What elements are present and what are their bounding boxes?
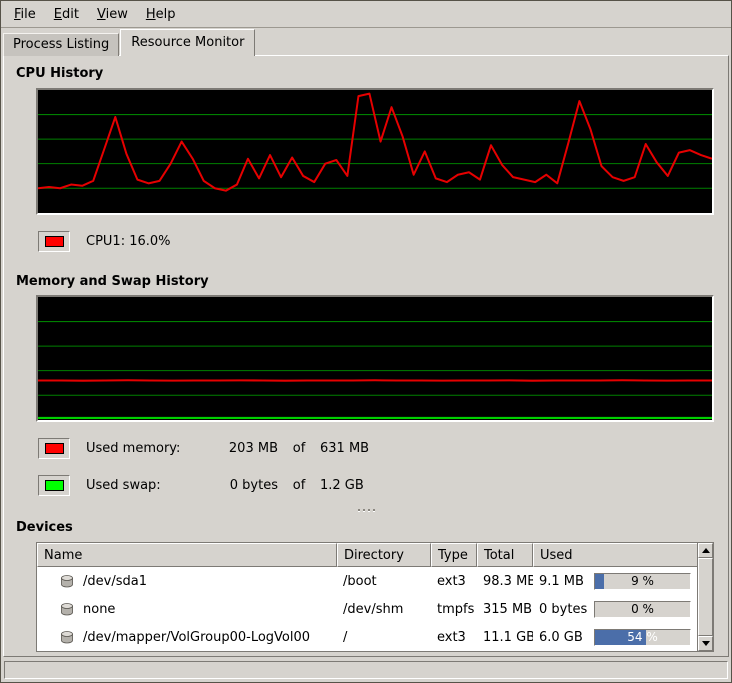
device-name: /dev/sda1 [83,574,147,589]
devices-header-row: Name Directory Type Total Used [37,543,697,567]
device-used-cell: 6.0 GB 54 % [533,623,697,651]
scrollbar-thumb[interactable] [698,558,713,636]
device-total: 98.3 MB [477,567,533,595]
memory-history-graph [36,295,714,422]
column-header-name[interactable]: Name [37,543,337,567]
memory-used-value: 203 MB [208,441,278,456]
device-name-cell: /dev/mapper/VolGroup00-LogVol00 [37,623,337,651]
usage-progressbar: 54 % [594,629,691,646]
swap-of-word: of [278,478,320,493]
device-used: 6.0 GB [539,630,583,645]
memory-legend-label: Used memory: [86,441,208,456]
device-used: 9.1 MB [539,574,584,589]
scroll-down-icon [702,641,710,646]
app-window: File Edit View Help Process Listing Reso… [0,0,732,683]
device-name-cell: none [37,595,337,623]
swap-legend-swatch [45,480,64,491]
memory-history-title: Memory and Swap History [16,274,716,290]
device-directory: /boot [337,567,431,595]
column-header-type[interactable]: Type [431,543,477,567]
device-row[interactable]: none /dev/shm tmpfs 315 MB 0 bytes 0 % [37,595,697,623]
device-type: ext3 [431,567,477,595]
memory-total-value: 631 MB [320,441,369,456]
tabbar: Process Listing Resource Monitor [1,28,731,55]
devices-table: Name Directory Type Total Used /dev/sda1 [36,542,714,652]
usage-percent-label: 9 % [595,574,690,589]
column-header-total[interactable]: Total [477,543,533,567]
swap-legend-label: Used swap: [86,478,208,493]
device-total: 11.1 GB [477,623,533,651]
memory-legend-swatch [45,443,64,454]
cpu-legend-label: CPU1: 16.0% [86,234,171,249]
menubar: File Edit View Help [1,1,731,28]
tab-process-listing[interactable]: Process Listing [3,33,119,56]
swap-legend-swatch-frame [38,475,70,496]
device-type: ext3 [431,623,477,651]
device-used-cell: 9.1 MB 9 % [533,567,697,595]
memory-history-chart [38,297,712,420]
cpu-history-chart [38,90,712,213]
memory-legend-row: Used memory: 203 MB of 631 MB [38,438,716,459]
drive-icon [59,601,75,617]
drive-icon [59,629,75,645]
devices-title: Devices [16,520,716,536]
cpu-history-graph [36,88,714,215]
drive-icon [59,573,75,589]
device-type: tmpfs [431,595,477,623]
pane-resize-handle[interactable] [16,506,716,514]
usage-progressbar: 0 % [594,601,691,618]
usage-percent-label: 0 % [595,602,690,617]
memory-legend-swatch-frame [38,438,70,459]
memory-of-word: of [278,441,320,456]
swap-used-value: 0 bytes [208,478,278,493]
device-row[interactable]: /dev/mapper/VolGroup00-LogVol00 / ext3 1… [37,623,697,651]
device-name-cell: /dev/sda1 [37,567,337,595]
cpu-history-title: CPU History [16,66,716,82]
cpu-legend-swatch-frame [38,231,70,252]
device-name: none [83,602,115,617]
menu-help[interactable]: Help [137,3,185,26]
device-name: /dev/mapper/VolGroup00-LogVol00 [83,630,310,645]
device-directory: /dev/shm [337,595,431,623]
device-used-cell: 0 bytes 0 % [533,595,697,623]
tab-resource-monitor[interactable]: Resource Monitor [120,29,255,56]
device-directory: / [337,623,431,651]
device-total: 315 MB [477,595,533,623]
menu-edit[interactable]: Edit [45,3,88,26]
statusbar [4,661,728,679]
devices-tree: Name Directory Type Total Used /dev/sda1 [36,542,698,652]
column-header-used[interactable]: Used [533,543,697,567]
swap-total-value: 1.2 GB [320,478,364,493]
menu-view[interactable]: View [88,3,137,26]
scroll-down-button[interactable] [698,636,713,651]
resource-monitor-page: CPU History CPU1: 16.0% Memory and Swap … [3,55,729,657]
usage-percent-label: 54 % [595,630,690,645]
cpu-legend-swatch [45,236,64,247]
device-row[interactable]: /dev/sda1 /boot ext3 98.3 MB 9.1 MB 9 % [37,567,697,595]
menu-file[interactable]: File [5,3,45,26]
cpu-legend-row: CPU1: 16.0% [38,231,716,252]
device-used: 0 bytes [539,602,587,617]
scroll-up-button[interactable] [698,543,713,558]
swap-legend-row: Used swap: 0 bytes of 1.2 GB [38,475,716,496]
scroll-up-icon [702,548,710,553]
vertical-scrollbar[interactable] [698,542,714,652]
usage-progressbar: 9 % [594,573,691,590]
column-header-directory[interactable]: Directory [337,543,431,567]
